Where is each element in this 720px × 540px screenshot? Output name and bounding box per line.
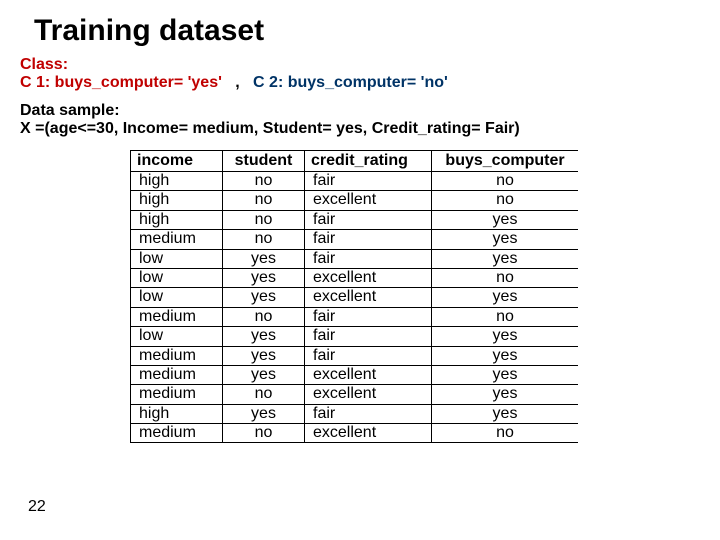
table-cell: yes [432, 365, 579, 384]
table-row: mediumyesexcellentyes [131, 365, 579, 384]
class-separator: , [235, 74, 239, 91]
class-definition: Class: C 1: buys_computer= 'yes' , C 2: … [20, 56, 700, 92]
table-cell: yes [432, 404, 579, 423]
table-cell: no [432, 424, 579, 443]
col-income: income [131, 151, 223, 172]
table-cell: medium [131, 365, 223, 384]
table-cell: no [223, 385, 305, 404]
table-cell: medium [131, 424, 223, 443]
table-cell: yes [223, 268, 305, 287]
table-row: highyesfairyes [131, 404, 579, 423]
table-cell: low [131, 327, 223, 346]
table-cell: no [432, 268, 579, 287]
class-c2: C 2: buys_computer= 'no' [253, 74, 448, 91]
table-cell: high [131, 404, 223, 423]
table-cell: excellent [305, 424, 432, 443]
table-cell: low [131, 249, 223, 268]
table-cell: fair [305, 210, 432, 229]
table-cell: yes [223, 404, 305, 423]
table-cell: high [131, 172, 223, 191]
table-row: mediumnofairyes [131, 230, 579, 249]
table-row: mediumyesfairyes [131, 346, 579, 365]
table-cell: high [131, 210, 223, 229]
table-cell: yes [223, 288, 305, 307]
table-cell: yes [223, 249, 305, 268]
table-cell: medium [131, 385, 223, 404]
table-cell: fair [305, 249, 432, 268]
training-table: income student credit_rating buys_comput… [130, 150, 578, 443]
table-cell: excellent [305, 268, 432, 287]
table-cell: yes [432, 230, 579, 249]
page-number: 22 [28, 498, 46, 516]
table-header-row: income student credit_rating buys_comput… [131, 151, 579, 172]
col-buys: buys_computer [432, 151, 579, 172]
table-row: highnofairno [131, 172, 579, 191]
table-cell: excellent [305, 385, 432, 404]
table-cell: no [223, 230, 305, 249]
table-row: highnofairyes [131, 210, 579, 229]
table-cell: low [131, 288, 223, 307]
sample-text: X =(age<=30, Income= medium, Student= ye… [20, 120, 520, 137]
table-cell: yes [432, 346, 579, 365]
table-cell: yes [432, 327, 579, 346]
table-cell: excellent [305, 288, 432, 307]
table-cell: low [131, 268, 223, 287]
table-cell: fair [305, 404, 432, 423]
table-cell: medium [131, 346, 223, 365]
col-credit: credit_rating [305, 151, 432, 172]
table-cell: excellent [305, 191, 432, 210]
table-cell: medium [131, 230, 223, 249]
table-cell: no [223, 307, 305, 326]
table-row: mediumnoexcellentno [131, 424, 579, 443]
table-cell: fair [305, 172, 432, 191]
table-cell: yes [432, 210, 579, 229]
table-row: lowyesexcellentno [131, 268, 579, 287]
table-row: lowyesexcellentyes [131, 288, 579, 307]
table-cell: no [223, 191, 305, 210]
table-row: lowyesfairyes [131, 327, 579, 346]
table-cell: fair [305, 327, 432, 346]
page-title: Training dataset [34, 14, 700, 48]
table-cell: excellent [305, 365, 432, 384]
table-cell: no [432, 307, 579, 326]
table-cell: no [223, 172, 305, 191]
table-cell: yes [223, 346, 305, 365]
table-cell: fair [305, 230, 432, 249]
table-cell: medium [131, 307, 223, 326]
table-cell: fair [305, 307, 432, 326]
table-cell: yes [223, 365, 305, 384]
table-cell: high [131, 191, 223, 210]
col-student: student [223, 151, 305, 172]
table-cell: yes [223, 327, 305, 346]
table-cell: fair [305, 346, 432, 365]
class-label: Class: [20, 56, 68, 73]
data-sample: Data sample: X =(age<=30, Income= medium… [20, 102, 700, 138]
sample-label: Data sample: [20, 102, 120, 119]
class-c1: C 1: buys_computer= 'yes' [20, 74, 222, 91]
table-cell: yes [432, 288, 579, 307]
table-row: mediumnofairno [131, 307, 579, 326]
table-row: mediumnoexcellentyes [131, 385, 579, 404]
table-cell: yes [432, 385, 579, 404]
table-cell: yes [432, 249, 579, 268]
table-cell: no [432, 172, 579, 191]
table-cell: no [432, 191, 579, 210]
table-row: lowyesfairyes [131, 249, 579, 268]
table-cell: no [223, 424, 305, 443]
table-cell: no [223, 210, 305, 229]
table-row: highnoexcellentno [131, 191, 579, 210]
